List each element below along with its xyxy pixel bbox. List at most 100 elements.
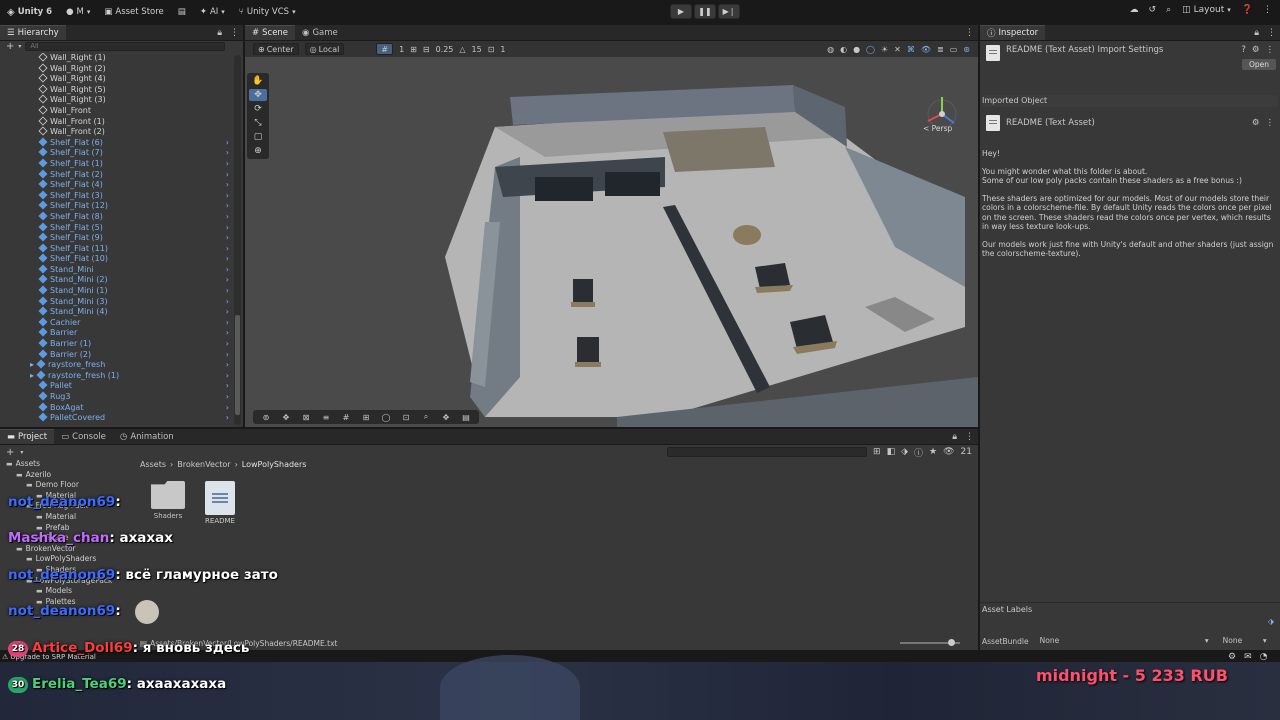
camera-icon[interactable]: ◍ [827, 45, 834, 54]
shaded-icon[interactable]: ● [853, 45, 860, 54]
chevron-right-icon[interactable]: › [226, 350, 229, 361]
settings-icon[interactable]: ⚙ [1252, 45, 1260, 55]
asset-item-folder[interactable]: Shaders [150, 481, 186, 525]
project-tree-item[interactable]: ▬ LowPolyShaders [0, 554, 132, 565]
breadcrumb-item[interactable]: BrokenVector [177, 460, 230, 469]
hierarchy-scrollbar[interactable] [234, 55, 241, 425]
hierarchy-item[interactable]: Shelf_Flat (8) › [0, 211, 231, 223]
chevron-right-icon[interactable]: › [226, 265, 229, 276]
chevron-right-icon[interactable]: › [226, 328, 229, 339]
lock-icon[interactable]: 🔒︎ [1250, 28, 1263, 40]
lighting-icon[interactable]: ☀ [881, 45, 888, 54]
hierarchy-item[interactable]: Stand_Mini › [0, 264, 231, 276]
hierarchy-item[interactable]: Shelf_Flat (11) › [0, 243, 231, 255]
hierarchy-item[interactable]: ▸ raystore_fresh (1) › [0, 370, 231, 382]
space-dropdown[interactable]: ◎ Local [304, 43, 345, 55]
chevron-right-icon[interactable]: › [226, 201, 229, 212]
chevron-right-icon[interactable]: › [226, 360, 229, 371]
package-manager-button[interactable]: ▤ [171, 3, 193, 21]
help-icon[interactable]: ? [1241, 45, 1246, 55]
scene-viewport[interactable] [245, 57, 978, 427]
grid-snap-icon[interactable]: ⊚ [259, 412, 273, 422]
chevron-right-icon[interactable]: › [226, 297, 229, 308]
asset-bundle-dropdown[interactable]: None ▾ [1037, 636, 1212, 646]
chevron-right-icon[interactable]: › [226, 275, 229, 286]
tab-project[interactable]: ▬ Project [0, 429, 55, 444]
hierarchy-item[interactable]: Wall_Front [0, 105, 231, 117]
search-icon[interactable]: ⌕ [1166, 5, 1171, 15]
project-tree-item[interactable]: ▬ Demo Floor [0, 480, 132, 491]
hierarchy-item[interactable]: Shelf_Flat (1) › [0, 158, 231, 170]
hierarchy-item[interactable]: PalletCovered › [0, 412, 231, 424]
pivot-dropdown[interactable]: ⊕ Center [253, 43, 299, 55]
move-icon[interactable]: ✥ [439, 412, 453, 422]
menu-dots-icon[interactable]: ⋮ [1266, 118, 1275, 128]
increment-snap-icon[interactable]: ⊟ [423, 45, 430, 54]
chevron-right-icon[interactable]: › [226, 212, 229, 223]
hierarchy-item[interactable]: Shelf_Flat (4) › [0, 179, 231, 191]
visibility-icon[interactable]: 👁︎ [921, 45, 931, 54]
hierarchy-item[interactable]: ▸ raystore_fresh › [0, 359, 231, 371]
angle-value[interactable]: 15 [472, 45, 482, 54]
dropdown-icon[interactable]: ▾ [20, 449, 23, 456]
menu-dots-icon[interactable]: ⋮ [1263, 5, 1272, 15]
open-button[interactable]: Open [1241, 59, 1276, 70]
hierarchy-search-input[interactable] [25, 41, 226, 51]
tab-inspector[interactable]: ⓘ Inspector [980, 25, 1046, 40]
chevron-right-icon[interactable]: › [226, 180, 229, 191]
zoom-icon[interactable]: ⌕ [419, 412, 433, 422]
chevron-right-icon[interactable]: › [226, 138, 229, 149]
tab-animation[interactable]: ◷ Animation [113, 429, 181, 444]
dropdown-icon[interactable]: ▾ [18, 43, 21, 50]
play-button[interactable]: ▶ [670, 4, 692, 19]
hierarchy-item[interactable]: Stand_Mini (3) › [0, 296, 231, 308]
project-search-input[interactable] [667, 447, 868, 457]
lock-icon[interactable]: 🔒︎ [948, 432, 961, 444]
scale-tool-button[interactable]: ⤡ [249, 117, 267, 129]
align-icon[interactable]: ✥ [279, 412, 293, 422]
project-tree-item[interactable]: ▬ Assets [0, 459, 132, 470]
menu-dots-icon[interactable]: ⋮ [1266, 45, 1275, 55]
chevron-right-icon[interactable]: › [226, 307, 229, 318]
draw-mode-icon[interactable]: ◐ [840, 45, 847, 54]
hierarchy-item[interactable]: Wall_Right (5) [0, 84, 231, 96]
settings-icon[interactable]: ⚙ [1252, 118, 1260, 128]
align-center-icon[interactable]: ⊞ [359, 412, 373, 422]
chevron-right-icon[interactable]: › [226, 403, 229, 414]
chevron-right-icon[interactable]: › [226, 170, 229, 181]
tab-scene[interactable]: # Scene [245, 25, 296, 40]
hierarchy-item[interactable]: Stand_Mini (2) › [0, 274, 231, 286]
breadcrumb-item[interactable]: Assets [140, 460, 166, 469]
grid-toggle[interactable]: # [376, 43, 394, 55]
unity-menu-button[interactable]: ◈ Unity 6 [0, 3, 59, 21]
menu-dots-icon[interactable]: ⋮ [1263, 28, 1280, 40]
scale-snap-icon[interactable]: ⊡ [488, 45, 495, 54]
hierarchy-item[interactable]: Rug3 › [0, 391, 231, 403]
frame-icon[interactable]: ▤ [459, 412, 473, 422]
menu-dots-icon[interactable]: ⋮ [226, 28, 243, 40]
eye-icon[interactable]: 👁︎ [943, 447, 954, 457]
hierarchy-item[interactable]: Wall_Right (4) [0, 73, 231, 85]
expand-arrow-icon[interactable]: ▸ [30, 360, 34, 369]
rotate-tool-button[interactable]: ⟳ [249, 103, 267, 115]
expand-arrow-icon[interactable]: ▸ [30, 371, 34, 380]
hierarchy-item[interactable]: Shelf_Flat (7) › [0, 147, 231, 159]
persp-label[interactable]: < Persp [923, 124, 952, 133]
add-icon[interactable]: + [6, 447, 14, 458]
chevron-right-icon[interactable]: › [226, 413, 229, 424]
asset-store-button[interactable]: ▣ Asset Store [97, 3, 170, 21]
snap-icon[interactable]: ⊡ [399, 412, 413, 422]
warning-icon[interactable]: ⚙ [1228, 652, 1236, 662]
info-icon[interactable]: ⓘ [914, 446, 923, 459]
chevron-right-icon[interactable]: › [226, 381, 229, 392]
grid-value[interactable]: 1 [399, 45, 404, 54]
project-tree-item[interactable]: ▬ Azerilo [0, 470, 132, 481]
chevron-right-icon[interactable]: › [226, 148, 229, 159]
hierarchy-item[interactable]: Shelf_Flat (6) › [0, 137, 231, 149]
slider-thumb[interactable] [948, 639, 955, 646]
project-tree-item[interactable]: ▬ Models [0, 586, 132, 597]
hierarchy-item[interactable]: Wall_Front (2) [0, 126, 231, 138]
cloud-icon[interactable]: ☁ [1130, 5, 1139, 15]
lock-icon[interactable]: 🔒︎ [213, 28, 226, 40]
align-left-icon[interactable]: ≡ [319, 412, 333, 422]
